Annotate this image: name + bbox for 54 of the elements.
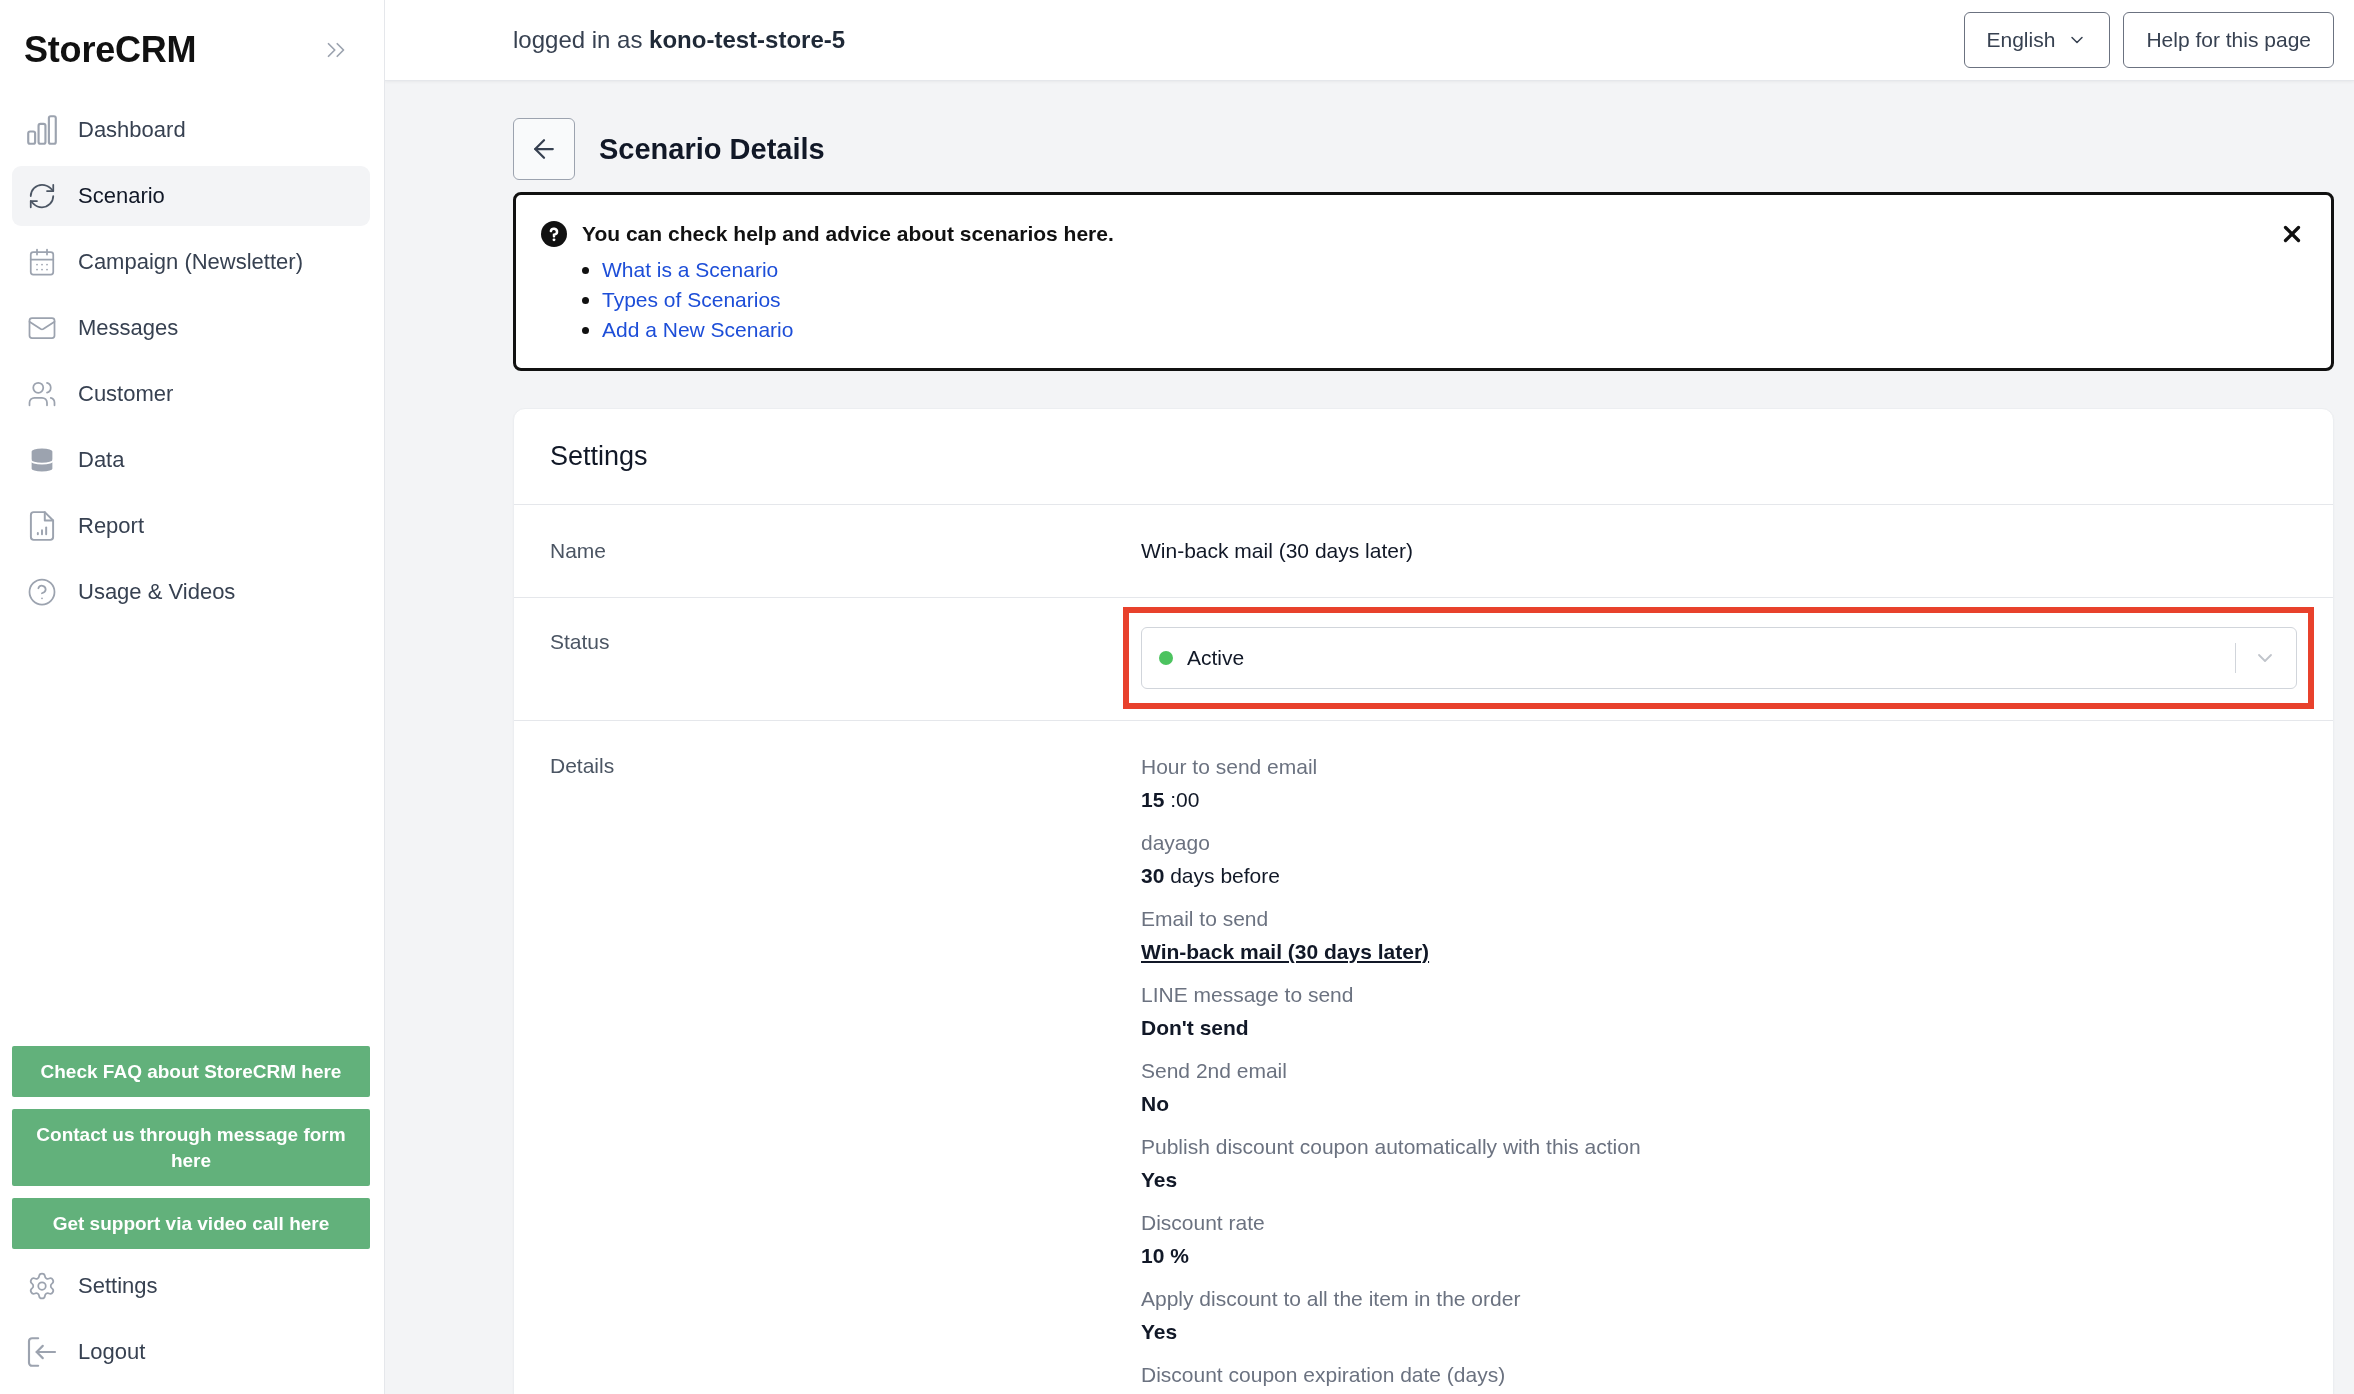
file-chart-icon	[27, 511, 57, 541]
field-value: No	[1141, 1091, 1169, 1117]
bullet-icon	[582, 266, 589, 274]
nav-item[interactable]: Data	[12, 430, 370, 490]
help-link[interactable]: Types of Scenarios	[602, 288, 781, 312]
users-icon	[27, 379, 57, 409]
refresh-arrows-icon	[27, 181, 57, 211]
logo: StoreCRM	[24, 29, 197, 71]
field-value: 10 %	[1141, 1243, 1189, 1269]
field-label: Email to send	[1141, 906, 1269, 932]
row-label: Status	[550, 629, 611, 655]
help-link[interactable]: What is a Scenario	[602, 258, 779, 282]
nav-item[interactable]: Customer	[12, 364, 370, 424]
field-label: Discount rate	[1141, 1210, 1265, 1236]
field-value: 15 :00	[1141, 787, 1200, 813]
nav-item[interactable]: Usage & Videos	[12, 562, 370, 622]
email-link[interactable]: Win-back mail (30 days later)	[1141, 935, 1430, 968]
nav-item[interactable]: Dashboard	[12, 100, 370, 160]
field-value: Yes	[1141, 1167, 1178, 1193]
status-select[interactable]: Active	[1141, 627, 2297, 689]
field-label: dayago	[1141, 830, 1210, 856]
field-label: Hour to send email	[1141, 754, 1318, 780]
nav-item[interactable]: Logout	[12, 1322, 370, 1382]
nav-item[interactable]: Report	[12, 496, 370, 556]
help-heading: You can check help and advice about scenarios here.	[582, 222, 1114, 246]
help-circle-icon	[27, 577, 57, 607]
login-status-text: logged in as kono-test-store-5	[513, 26, 846, 54]
field-label: LINE message to send	[1141, 982, 1354, 1008]
calendar-icon	[27, 247, 57, 277]
nav-item[interactable]: Settings	[12, 1256, 370, 1316]
field-label: Apply discount to all the item in the order	[1141, 1286, 1521, 1312]
card-title: Settings	[550, 441, 648, 472]
field-value: 30 days before	[1141, 863, 1280, 889]
language-dropdown[interactable]: English	[1963, 12, 2111, 68]
question-circle-icon	[541, 221, 567, 247]
bullet-icon	[582, 326, 589, 334]
page-title: Scenario Details	[599, 132, 825, 166]
field-value: Yes	[1141, 1319, 1178, 1345]
help-link[interactable]: Add a New Scenario	[602, 318, 794, 342]
help-button[interactable]: Help for this page	[2123, 12, 2334, 68]
field-label: Send 2nd email	[1141, 1058, 1287, 1084]
nav-item[interactable]: Scenario	[12, 166, 370, 226]
back-button[interactable]	[513, 118, 575, 180]
row-value: Win-back mail (30 days later)	[1141, 538, 1414, 564]
bullet-icon	[582, 296, 589, 304]
nav-item[interactable]: Campaign (Newsletter)	[12, 232, 370, 292]
row-label: Details	[550, 753, 616, 779]
field-label: Publish discount coupon automatically with this action	[1141, 1134, 1641, 1160]
nav-item[interactable]: Messages	[12, 298, 370, 358]
bar-chart-icon	[27, 115, 57, 145]
row-label: Name	[550, 538, 608, 564]
settings-icon	[27, 1271, 57, 1301]
field-label: Discount coupon expiration date (days)	[1141, 1362, 1506, 1388]
field-value: Don't send	[1141, 1015, 1249, 1041]
